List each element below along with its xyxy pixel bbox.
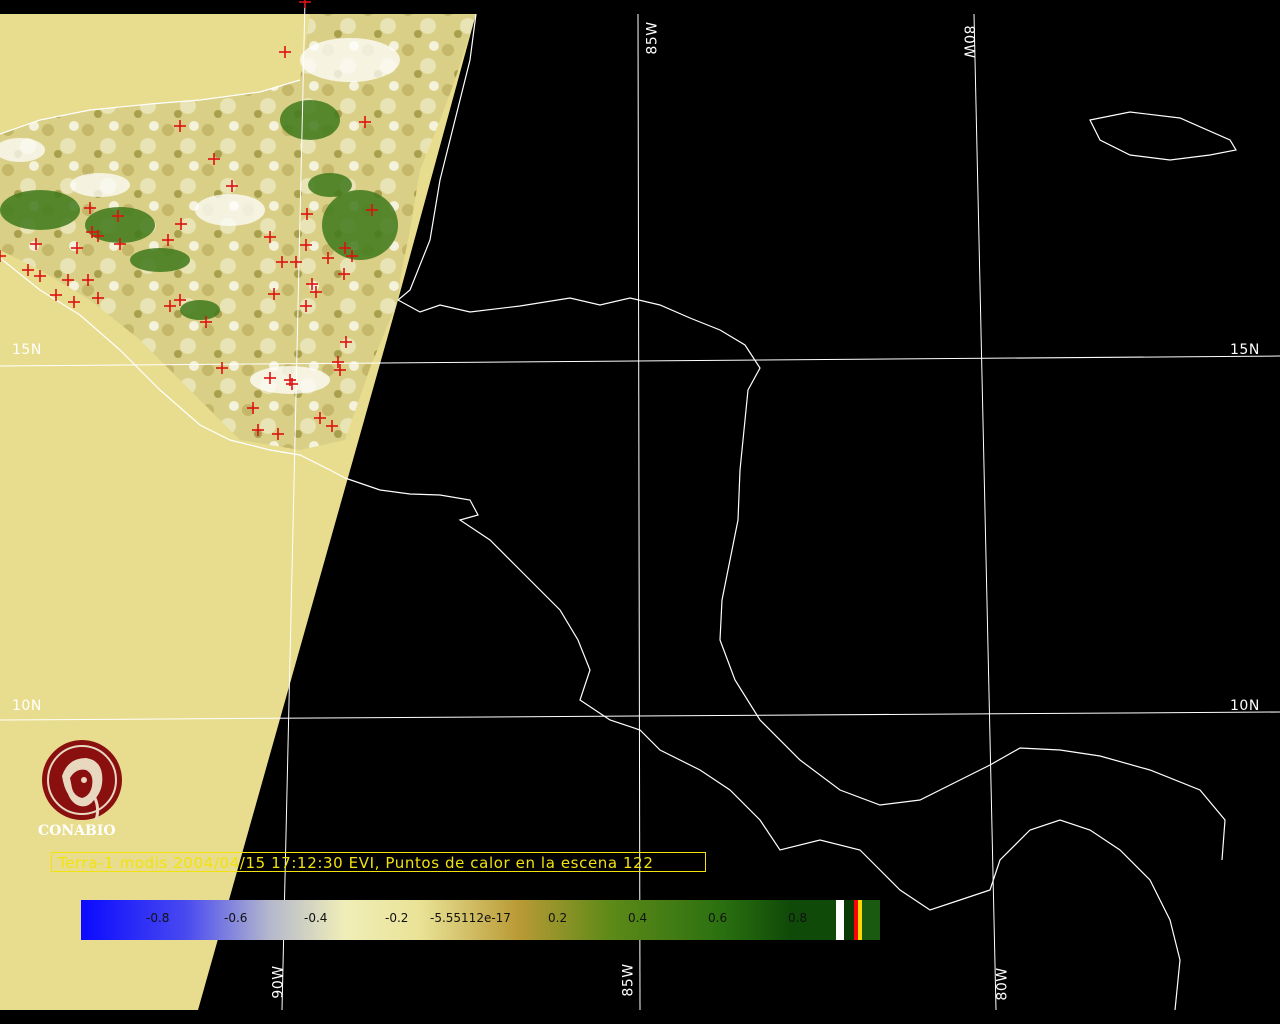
colorbar-special-yellow — [858, 900, 862, 940]
colorbar-tick-label: -0.2 — [385, 911, 409, 925]
lat-label-15n-left: 15N — [12, 342, 42, 358]
colorbar-tick-label: -0.6 — [224, 911, 248, 925]
hotspot-marker — [299, 0, 311, 8]
lon-label-80w-top: 80W — [960, 25, 977, 59]
colorbar-special-end — [862, 900, 880, 940]
colorbar-special-red — [854, 900, 858, 940]
lat-label-15n-right: 15N — [1230, 342, 1260, 358]
colorbar-tick-label: -0.4 — [304, 911, 328, 925]
colorbar-special-black — [844, 900, 854, 940]
colorbar-tick-label: 0.6 — [708, 911, 728, 925]
colorbar-tick-label: 0.8 — [788, 911, 808, 925]
lon-label-85w-bottom: 85W — [620, 963, 637, 997]
scene-caption: Terra-1 modis 2004/04/15 17:12:30 EVI, P… — [51, 852, 706, 872]
conabio-logo-icon — [42, 740, 122, 821]
lon-label-85w-top: 85W — [644, 21, 661, 55]
colorbar-tick-label: -0.8 — [146, 911, 170, 925]
colorbar-tick-label: 0.2 — [548, 911, 568, 925]
lat-label-10n-left: 10N — [12, 698, 42, 714]
lon-label-80w-bottom: 80W — [994, 967, 1011, 1001]
colorbar-special-white — [836, 900, 844, 940]
lat-label-10n-right: 10N — [1230, 698, 1260, 714]
colorbar-tick-label: -5.55112e-17 — [430, 911, 511, 925]
lon-label-90w-bottom: 90W — [270, 965, 287, 999]
colorbar-tick-label: 0.4 — [628, 911, 648, 925]
logo-name: CONABIO — [38, 823, 116, 839]
